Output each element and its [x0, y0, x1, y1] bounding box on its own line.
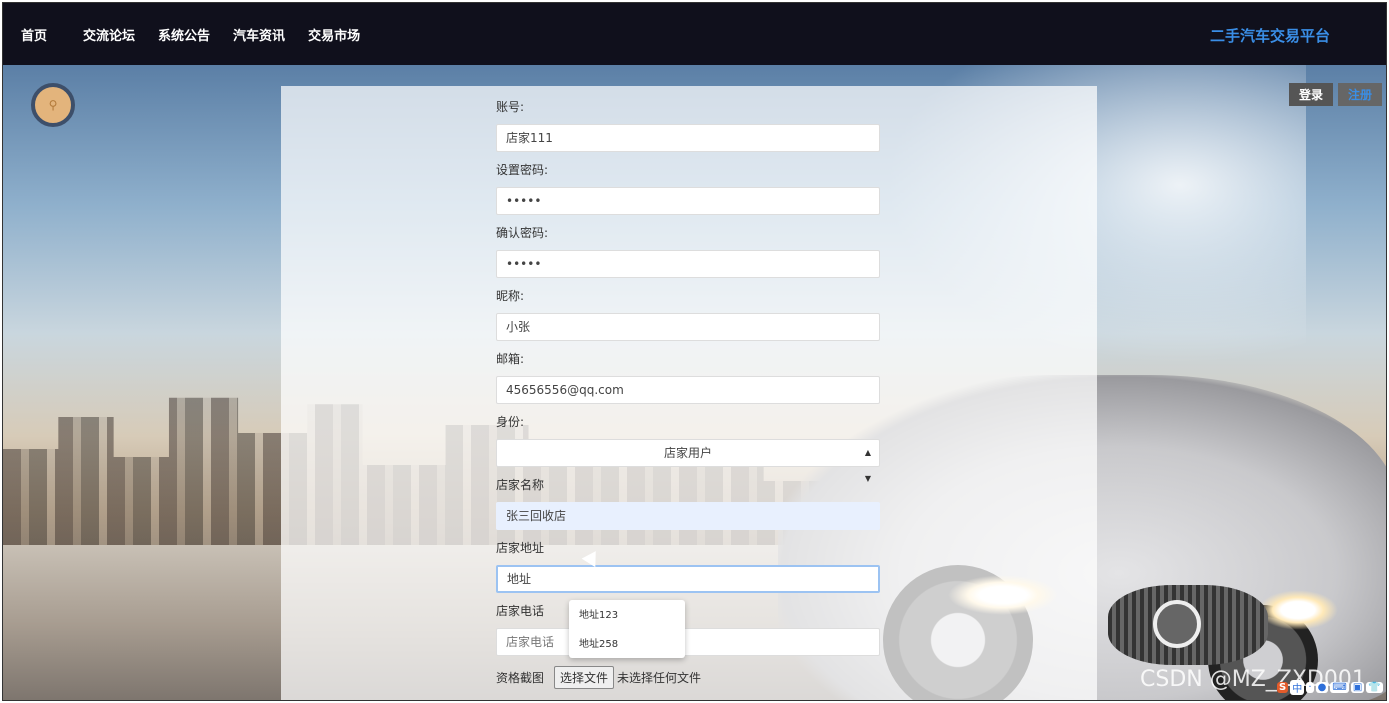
shop-address-input[interactable]: 地址	[496, 565, 880, 593]
file-status: 未选择任何文件	[617, 671, 702, 685]
nickname-label: 昵称:	[496, 289, 525, 303]
ime-skin-icon[interactable]: 👕	[1366, 681, 1383, 693]
top-nav: 首页 交流论坛 系统公告 汽车资讯 交易市场 二手汽车交易平台	[3, 3, 1386, 65]
auth-buttons: 登录 注册	[1288, 83, 1382, 106]
password-label: 设置密码:	[496, 163, 549, 177]
nickname-field: 昵称: 小张	[496, 288, 882, 351]
ime-punct-icon[interactable]: ·	[1306, 681, 1314, 693]
search-icon: ⚲	[48, 98, 58, 112]
shop-address-label: 店家地址	[496, 541, 545, 555]
email-field: 邮箱: 45656556@qq.com	[496, 351, 882, 414]
nav-market[interactable]: 交易市场	[308, 25, 360, 44]
shop-address-field: 店家地址 地址	[496, 540, 882, 603]
shop-name-field: 店家名称 张三回收店	[496, 477, 882, 540]
confirm-password-field: 确认密码: •••••	[496, 225, 882, 288]
shop-name-input[interactable]: 张三回收店	[496, 502, 880, 530]
password-input[interactable]: •••••	[496, 187, 880, 215]
ime-logo-icon[interactable]: S	[1277, 681, 1289, 693]
nav-car-news[interactable]: 汽车资讯	[233, 25, 285, 44]
nickname-input[interactable]: 小张	[496, 313, 880, 341]
shop-phone-input[interactable]: 店家电话	[496, 628, 880, 656]
autocomplete-option[interactable]: 地址258	[569, 632, 685, 658]
nav-forum[interactable]: 交流论坛	[83, 25, 135, 44]
login-button[interactable]: 登录	[1288, 83, 1333, 106]
ime-chinese-toggle[interactable]: 中	[1290, 679, 1305, 695]
license-label: 资格截图	[496, 671, 545, 685]
ime-toolbox-icon[interactable]: ▣	[1350, 681, 1365, 693]
account-input[interactable]: 店家111	[496, 124, 880, 152]
email-input[interactable]: 45656556@qq.com	[496, 376, 880, 404]
license-field: 资格截图 选择文件 未选择任何文件	[496, 666, 882, 689]
role-label: 身份:	[496, 415, 525, 429]
ime-keyboard-icon[interactable]: ⌨	[1330, 681, 1349, 693]
nav-announcements[interactable]: 系统公告	[158, 25, 210, 44]
register-button[interactable]: 注册	[1337, 83, 1382, 106]
ime-voice-icon[interactable]: ●	[1315, 681, 1329, 693]
ime-toolbar: S 中 · ● ⌨ ▣ 👕	[1276, 677, 1384, 697]
role-field: 身份: 店家用户 ▲ ▼	[496, 414, 882, 483]
autocomplete-dropdown: 地址123 地址258	[569, 600, 685, 658]
nav-home[interactable]: 首页	[21, 25, 47, 44]
email-label: 邮箱:	[496, 352, 525, 366]
account-label: 账号:	[496, 100, 525, 114]
select-arrows-icon: ▲ ▼	[864, 448, 871, 483]
choose-file-button[interactable]: 选择文件	[554, 666, 615, 689]
password-field: 设置密码: •••••	[496, 162, 882, 225]
register-form: 账号: 店家111 设置密码: ••••• 确认密码: ••••• 昵称: 小张…	[496, 99, 882, 689]
shop-name-label: 店家名称	[496, 478, 545, 492]
confirm-password-label: 确认密码:	[496, 226, 549, 240]
emblem	[1153, 600, 1201, 648]
brand-title: 二手汽车交易平台	[1209, 27, 1330, 45]
role-select-value: 店家用户	[663, 446, 712, 460]
search-button[interactable]: ⚲	[31, 83, 75, 127]
browser-viewport: 首页 交流论坛 系统公告 汽车资讯 交易市场 二手汽车交易平台 ⚲ 登录 注册 …	[2, 2, 1387, 701]
confirm-password-input[interactable]: •••••	[496, 250, 880, 278]
shop-phone-field: 店家电话 店家电话	[496, 603, 882, 666]
shop-phone-label: 店家电话	[496, 604, 545, 618]
account-field: 账号: 店家111	[496, 99, 882, 162]
autocomplete-option[interactable]: 地址123	[569, 603, 685, 629]
headlight	[1258, 590, 1338, 630]
role-select[interactable]: 店家用户 ▲ ▼	[496, 439, 880, 483]
